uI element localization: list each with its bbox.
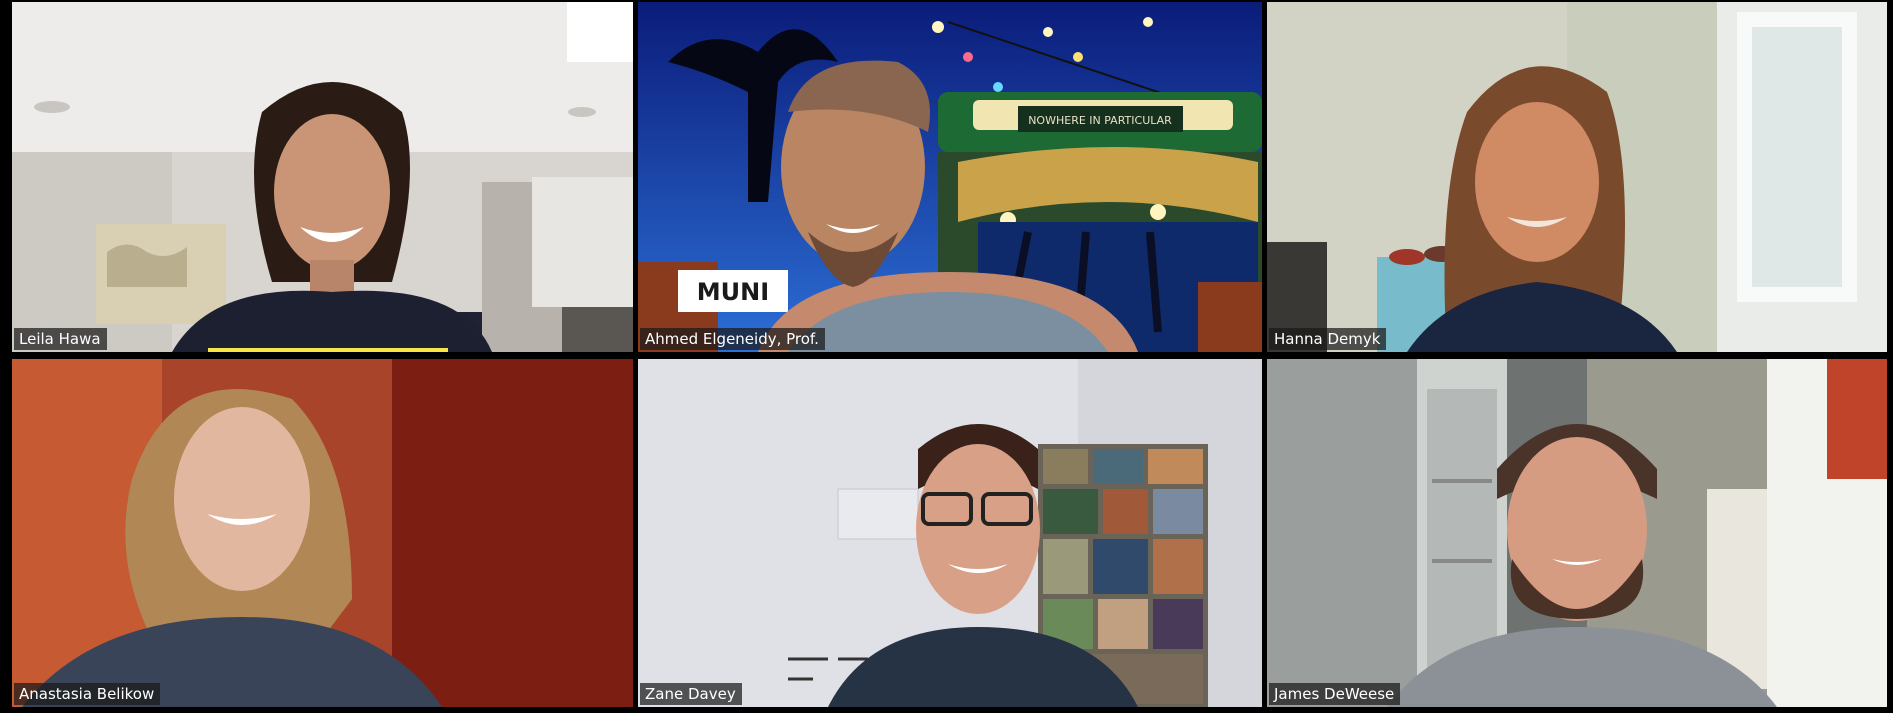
participant-name-label: Leila Hawa [14, 328, 107, 350]
participant-name-label: Anastasia Belikow [14, 683, 161, 705]
audio-level-bar [208, 348, 448, 352]
participant-name-label: Zane Davey [640, 683, 742, 705]
participant-name-label: Hanna Demyk [1269, 328, 1387, 350]
participant-tile-leila-hawa[interactable]: Leila Hawa [12, 2, 633, 352]
participant-tile-james-deweese[interactable]: James DeWeese [1267, 359, 1887, 707]
muni-logo: MUNI [678, 270, 788, 312]
participant-name-label: James DeWeese [1269, 683, 1401, 705]
svg-text:MUNI: MUNI [697, 278, 769, 306]
video-feed [1267, 2, 1887, 352]
participant-name-label: Ahmed Elgeneidy, Prof. [640, 328, 825, 350]
video-feed: NOWHERE IN PARTICULAR MUNI [638, 2, 1262, 352]
video-feed [12, 2, 633, 352]
trolley-sign-text: NOWHERE IN PARTICULAR [1028, 114, 1172, 127]
participant-tile-hanna-demyk[interactable]: Hanna Demyk [1267, 2, 1887, 352]
video-feed [12, 359, 633, 707]
video-feed [1267, 359, 1887, 707]
participant-tile-anastasia-belikow[interactable]: Anastasia Belikow [12, 359, 633, 707]
participant-tile-zane-davey[interactable]: Zane Davey [638, 359, 1262, 707]
video-gallery: Leila Hawa NOWHERE IN PARTICULAR MUNI Ah… [0, 0, 1893, 713]
participant-tile-ahmed-elgeneidy[interactable]: NOWHERE IN PARTICULAR MUNI Ahmed Elgenei… [638, 2, 1262, 352]
video-feed [638, 359, 1262, 707]
